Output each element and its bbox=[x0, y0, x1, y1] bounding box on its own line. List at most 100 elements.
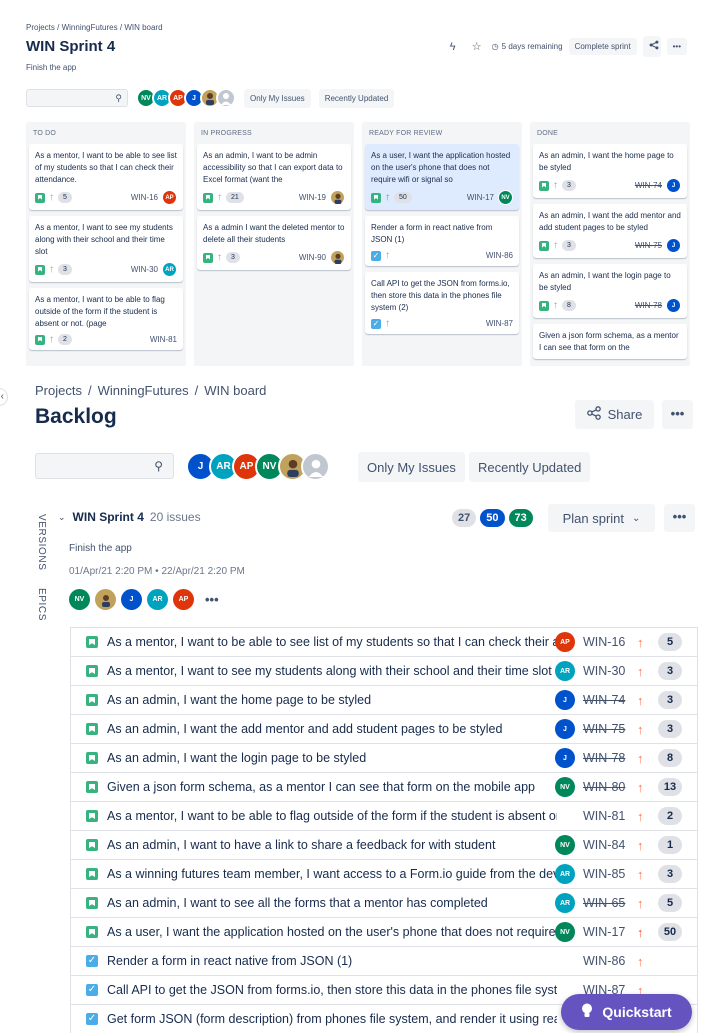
issue-key[interactable]: WIN-30 bbox=[583, 664, 625, 678]
avatar-unassigned[interactable] bbox=[216, 88, 236, 108]
assignee-avatar[interactable]: AR bbox=[555, 864, 575, 884]
recently-updated-button[interactable]: Recently Updated bbox=[318, 88, 395, 108]
quickstart-button[interactable]: Quickstart bbox=[561, 994, 692, 1030]
assignee-avatar[interactable]: NV bbox=[555, 922, 575, 942]
only-my-issues-button[interactable]: Only My Issues bbox=[244, 88, 311, 108]
assignee-avatar[interactable]: NV bbox=[498, 190, 513, 205]
issue-key[interactable]: WIN-75 bbox=[635, 241, 662, 250]
issue-key[interactable]: WIN-30 bbox=[131, 265, 158, 274]
issue-card[interactable]: As a mentor, I want to see my students a… bbox=[29, 216, 183, 282]
search-input[interactable]: ⚲ bbox=[26, 89, 128, 107]
search-input[interactable]: ⚲ bbox=[35, 453, 174, 479]
share-button[interactable]: Share bbox=[575, 400, 654, 429]
assignee-avatar[interactable]: J bbox=[666, 238, 681, 253]
versions-tab[interactable]: VERSIONS bbox=[36, 514, 47, 570]
issue-key[interactable]: WIN-80 bbox=[583, 780, 625, 794]
issue-key[interactable]: WIN-16 bbox=[583, 635, 625, 649]
issue-key[interactable]: WIN-85 bbox=[583, 867, 625, 881]
issue-row[interactable]: As an admin, I want to have a link to sh… bbox=[71, 831, 697, 860]
share-icon[interactable] bbox=[642, 36, 661, 57]
only-my-issues-button[interactable]: Only My Issues bbox=[358, 452, 465, 482]
issue-row[interactable]: Given a json form schema, as a mentor I … bbox=[71, 773, 697, 802]
issue-key[interactable]: WIN-75 bbox=[583, 722, 625, 736]
issue-row[interactable]: As a user, I want the application hosted… bbox=[71, 918, 697, 947]
issue-card[interactable]: As a admin I want the deleted mentor to … bbox=[197, 216, 351, 270]
issue-card[interactable]: Given a json form schema, as a mentor I … bbox=[533, 324, 687, 359]
assignee-avatar[interactable]: AP bbox=[162, 190, 177, 205]
star-icon[interactable]: ☆ bbox=[468, 40, 486, 53]
assignee-avatar[interactable]: J bbox=[666, 298, 681, 313]
recently-updated-button[interactable]: Recently Updated bbox=[469, 452, 591, 482]
more-members-button[interactable]: ••• bbox=[205, 592, 219, 607]
issue-key[interactable]: WIN-74 bbox=[635, 181, 662, 190]
issue-row[interactable]: As a winning futures team member, I want… bbox=[71, 860, 697, 889]
assignee-avatar[interactable] bbox=[330, 250, 345, 265]
assignee-avatar[interactable]: J bbox=[555, 748, 575, 768]
issue-row[interactable]: As a mentor, I want to be able to see li… bbox=[71, 628, 697, 657]
sprint-more-button[interactable]: ••• bbox=[664, 504, 695, 532]
issue-key[interactable]: WIN-81 bbox=[583, 809, 625, 823]
issue-key[interactable]: WIN-87 bbox=[486, 319, 513, 328]
assignee-avatar[interactable]: AR bbox=[555, 661, 575, 681]
chevron-down-icon[interactable]: ⌄ bbox=[58, 512, 66, 523]
issue-key[interactable]: WIN-86 bbox=[583, 954, 625, 968]
issue-key[interactable]: WIN-16 bbox=[131, 193, 158, 202]
issue-key[interactable]: WIN-19 bbox=[299, 193, 326, 202]
assignee-avatar[interactable]: AR bbox=[555, 893, 575, 913]
issue-row[interactable]: As an admin, I want the add mentor and a… bbox=[71, 715, 697, 744]
issue-card[interactable]: Call API to get the JSON from forms.io, … bbox=[365, 272, 519, 334]
issue-key[interactable]: WIN-90 bbox=[299, 253, 326, 262]
assignee-avatar[interactable]: AR bbox=[162, 262, 177, 277]
epics-tab[interactable]: EPICS bbox=[36, 588, 47, 621]
breadcrumb-project[interactable]: WinningFutures bbox=[62, 23, 118, 32]
sprint-header[interactable]: ⌄ WIN Sprint 4 20 issues bbox=[58, 510, 201, 524]
more-actions-button[interactable]: ••• bbox=[662, 400, 693, 429]
lightning-icon[interactable]: ϟ bbox=[444, 41, 462, 53]
assignee-avatar[interactable]: AP bbox=[555, 632, 575, 652]
complete-sprint-button[interactable]: Complete sprint bbox=[568, 38, 637, 55]
avatar-nv[interactable]: NV bbox=[69, 589, 90, 610]
issue-row[interactable]: As an admin, I want to see all the forms… bbox=[71, 889, 697, 918]
assignee-avatar[interactable]: J bbox=[666, 178, 681, 193]
more-actions-button[interactable]: ••• bbox=[666, 38, 687, 55]
issue-card[interactable]: As a user, I want the application hosted… bbox=[365, 144, 519, 210]
issue-row[interactable]: As an admin, I want the login page to be… bbox=[71, 744, 697, 773]
assignee-avatar[interactable] bbox=[330, 190, 345, 205]
collapse-sidebar-handle[interactable]: ‹ bbox=[0, 388, 8, 406]
assignee-avatar[interactable]: NV bbox=[555, 777, 575, 797]
issue-row[interactable]: ✓ Render a form in react native from JSON… bbox=[71, 947, 697, 976]
issue-card[interactable]: As a mentor, I want to be able to see li… bbox=[29, 144, 183, 210]
issue-key[interactable]: WIN-74 bbox=[583, 693, 625, 707]
issue-row[interactable]: As a mentor, I want to see my students a… bbox=[71, 657, 697, 686]
issue-key[interactable]: WIN-17 bbox=[583, 925, 625, 939]
issue-row[interactable]: As a mentor, I want to be able to flag o… bbox=[71, 802, 697, 831]
issue-card[interactable]: As an admin, I want the home page to be … bbox=[533, 144, 687, 198]
issue-key[interactable]: WIN-84 bbox=[583, 838, 625, 852]
issue-row[interactable]: As an admin, I want the home page to be … bbox=[71, 686, 697, 715]
avatar-photo[interactable] bbox=[95, 589, 116, 610]
issue-card[interactable]: As an admin, I want the add mentor and a… bbox=[533, 204, 687, 258]
avatar-ap[interactable]: AP bbox=[173, 589, 194, 610]
issue-key[interactable]: WIN-65 bbox=[583, 896, 625, 910]
issue-key[interactable]: WIN-81 bbox=[150, 335, 177, 344]
breadcrumb-projects[interactable]: Projects bbox=[26, 23, 55, 32]
issue-key[interactable]: WIN-86 bbox=[486, 251, 513, 260]
assignee-avatar[interactable]: NV bbox=[555, 835, 575, 855]
breadcrumb-projects[interactable]: Projects bbox=[35, 383, 82, 398]
breadcrumb-board[interactable]: WIN board bbox=[204, 383, 266, 398]
plan-sprint-button[interactable]: Plan sprint ⌄ bbox=[548, 504, 655, 532]
avatar-ar[interactable]: AR bbox=[147, 589, 168, 610]
avatar-unassigned[interactable] bbox=[301, 452, 330, 481]
issue-card[interactable]: As a mentor, I want to be able to flag o… bbox=[29, 288, 183, 350]
issue-key[interactable]: WIN-78 bbox=[635, 301, 662, 310]
issue-card[interactable]: As an admin, I want to be admin accessib… bbox=[197, 144, 351, 210]
issue-key[interactable]: WIN-78 bbox=[583, 751, 625, 765]
issue-key[interactable]: WIN-17 bbox=[467, 193, 494, 202]
breadcrumb-project[interactable]: WinningFutures bbox=[98, 383, 189, 398]
avatar-j[interactable]: J bbox=[121, 589, 142, 610]
breadcrumb-board[interactable]: WIN board bbox=[124, 23, 162, 32]
assignee-avatar[interactable]: J bbox=[555, 690, 575, 710]
assignee-avatar[interactable]: J bbox=[555, 719, 575, 739]
issue-card[interactable]: Render a form in react native from JSON … bbox=[365, 216, 519, 266]
issue-card[interactable]: As an admin, I want the login page to be… bbox=[533, 264, 687, 318]
